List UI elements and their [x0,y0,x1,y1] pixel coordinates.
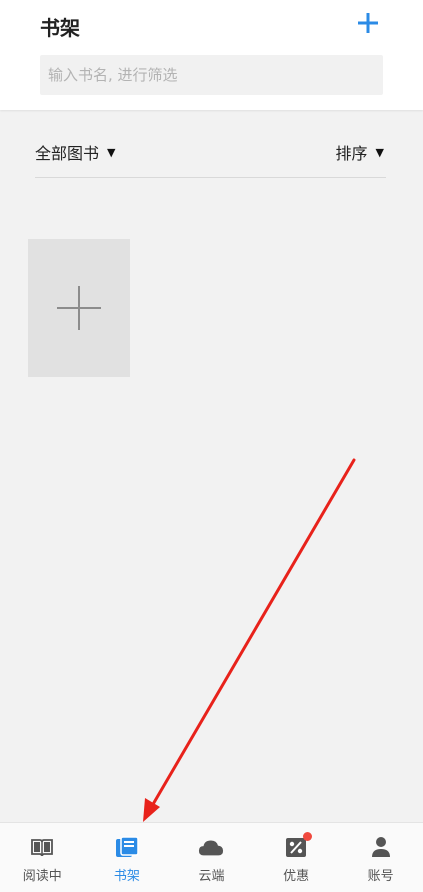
plus-icon [358,13,378,33]
discount-icon [283,832,313,859]
category-dropdown[interactable]: 全部图书 ▼ [35,140,115,164]
page-title: 书架 [40,16,80,40]
tab-reading[interactable]: 阅读中 [0,823,85,892]
sort-dropdown[interactable]: 排序 ▼ [336,140,384,164]
category-label: 全部图书 [35,144,100,163]
tab-discount[interactable]: 优惠 [254,823,339,892]
add-button[interactable] [353,8,383,38]
tab-label: 优惠 [283,869,310,884]
tab-label: 账号 [367,869,394,884]
account-icon [368,835,394,859]
bottom-tab-bar: 阅读中 书架 云端 优惠 账号 [0,822,423,892]
tab-cloud[interactable]: 云端 [169,823,254,892]
caret-down-icon: ▼ [107,145,116,159]
plus-icon [57,286,101,330]
notification-badge [303,832,313,841]
app-header: 书架 [0,0,423,110]
tab-label: 阅读中 [22,869,62,884]
book-open-icon [29,835,55,859]
tab-bookshelf[interactable]: 书架 [85,823,170,892]
search-box[interactable] [40,55,383,95]
add-book-tile[interactable] [28,239,130,377]
bookshelf-icon [114,835,140,859]
tab-label: 云端 [198,869,225,884]
caret-down-icon: ▼ [375,145,384,159]
sort-label: 排序 [335,144,368,163]
search-input[interactable] [48,66,383,84]
filter-bar: 全部图书 ▼ 排序 ▼ [35,130,386,178]
cloud-icon [198,835,224,859]
tab-account[interactable]: 账号 [338,823,423,892]
tab-label: 书架 [113,869,140,884]
